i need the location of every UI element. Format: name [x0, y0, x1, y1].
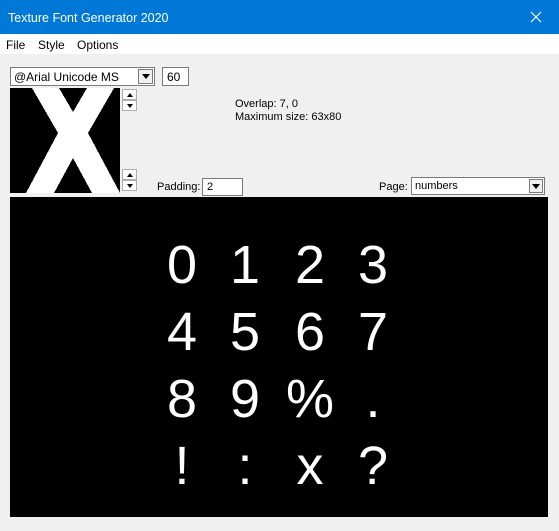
- glyph-cell: :: [237, 436, 253, 496]
- menu-bar: File Style Options: [0, 34, 559, 54]
- glyph-preview: X: [10, 88, 120, 193]
- spin-up-button[interactable]: [122, 89, 137, 100]
- font-family-value: @Arial Unicode MS: [14, 70, 119, 84]
- preview-spinner-bottom[interactable]: [122, 169, 137, 191]
- glyph-cell: 6: [294, 302, 326, 362]
- max-size-info: Maximum size: 63x80: [235, 111, 342, 123]
- page-select[interactable]: numbers: [411, 177, 545, 195]
- glyph-cell: 8: [166, 369, 198, 429]
- glyph-cell: 2: [294, 235, 326, 295]
- arrow-up-icon: [126, 172, 133, 177]
- glyph-cell: 3: [357, 235, 389, 295]
- padding-label: Padding:: [157, 181, 201, 193]
- texture-canvas: 0 1 2 3 4 5 6 7 8 9 % . ! : x ?: [10, 197, 548, 517]
- glyph-cell: 9: [229, 369, 261, 429]
- close-button[interactable]: [513, 0, 559, 34]
- padding-input[interactable]: 2: [202, 178, 243, 196]
- glyph-cell: 0: [166, 235, 198, 295]
- menu-file[interactable]: File: [6, 38, 25, 52]
- glyph-cell: ?: [357, 436, 389, 496]
- preview-spinner-top[interactable]: [122, 89, 137, 111]
- font-family-select[interactable]: @Arial Unicode MS: [10, 67, 155, 86]
- glyph-cell: 7: [357, 302, 389, 362]
- glyph-cell: 1: [229, 235, 261, 295]
- arrow-down-icon: [126, 103, 133, 108]
- page-dropdown-button[interactable]: [529, 179, 543, 193]
- glyph-cell: 5: [229, 302, 261, 362]
- font-family-dropdown-button[interactable]: [138, 69, 153, 84]
- menu-options[interactable]: Options: [77, 38, 118, 52]
- glyph-cell: %: [285, 369, 334, 429]
- spin-down-button[interactable]: [122, 180, 137, 191]
- spin-down-button[interactable]: [122, 100, 137, 111]
- overlap-info: Overlap: 7, 0: [235, 98, 298, 110]
- spin-up-button[interactable]: [122, 169, 137, 180]
- arrow-down-icon: [126, 183, 133, 188]
- page-label: Page:: [379, 181, 408, 193]
- title-bar[interactable]: Texture Font Generator 2020: [0, 0, 559, 34]
- glyph-cell: x: [296, 436, 324, 496]
- font-size-input[interactable]: 60: [162, 67, 189, 86]
- glyph-cell: .: [365, 369, 381, 429]
- glyph-cell: !: [174, 436, 190, 496]
- chevron-down-icon: [141, 74, 150, 79]
- arrow-up-icon: [126, 92, 133, 97]
- menu-style[interactable]: Style: [38, 38, 65, 52]
- close-icon: [530, 11, 542, 23]
- chevron-down-icon: [532, 183, 540, 189]
- page-value: numbers: [415, 180, 458, 192]
- glyph-cell: 4: [166, 302, 198, 362]
- glyph-preview-image: [26, 88, 120, 193]
- window-title: Texture Font Generator 2020: [8, 11, 169, 25]
